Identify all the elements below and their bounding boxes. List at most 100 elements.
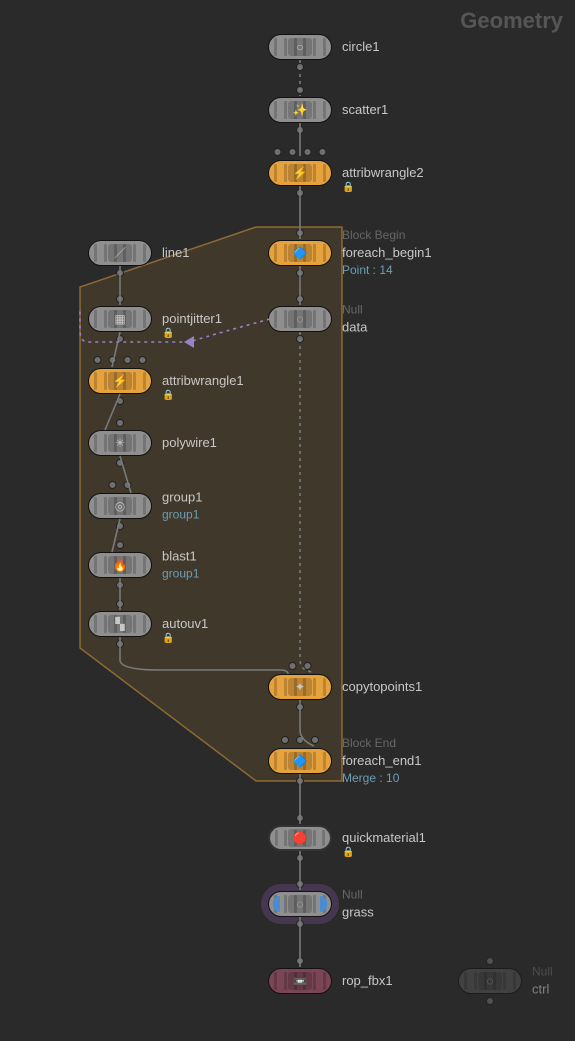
node-label: attribwrangle2 <box>342 164 424 182</box>
output-connector[interactable] <box>116 581 124 589</box>
circle-icon: ○ <box>288 38 312 56</box>
output-connector[interactable] <box>486 997 494 1005</box>
node-group-label: group1 <box>162 566 199 583</box>
node-foreach-begin1[interactable]: 🔷 Block Begin foreach_begin1 Point : 14 <box>268 240 332 266</box>
output-connector[interactable] <box>296 189 304 197</box>
node-label: group1 <box>162 489 202 507</box>
node-type-label: Block End <box>342 735 422 752</box>
output-connector[interactable] <box>116 269 124 277</box>
node-param-label: Point : 14 <box>342 262 432 279</box>
input-connector[interactable] <box>296 295 304 303</box>
node-label: rop_fbx1 <box>342 972 393 990</box>
input-connector[interactable] <box>116 600 124 608</box>
node-label: data <box>342 318 367 336</box>
output-connector[interactable] <box>296 777 304 785</box>
uv-icon: ▚ <box>108 615 132 633</box>
multi-input[interactable] <box>109 481 132 489</box>
network-context-label: Geometry <box>460 8 563 34</box>
node-grass[interactable]: ◌ Null grass <box>268 891 332 917</box>
node-autouv1[interactable]: ▚ autouv1 🔒 <box>88 611 152 637</box>
lock-icon: 🔒 <box>342 182 354 193</box>
lock-icon: 🔒 <box>162 390 174 401</box>
node-circle1[interactable]: ○ circle1 <box>268 34 332 60</box>
material-icon: 🔴 <box>288 829 312 847</box>
output-connector[interactable] <box>296 703 304 711</box>
feedback-arrow-icon <box>184 336 194 348</box>
node-line1[interactable]: ／ line1 <box>88 240 152 266</box>
output-connector[interactable] <box>296 269 304 277</box>
multi-input[interactable] <box>289 662 312 670</box>
output-connector[interactable] <box>116 335 124 343</box>
node-scatter1[interactable]: ✨ scatter1 <box>268 97 332 123</box>
input-connector[interactable] <box>116 541 124 549</box>
node-label: foreach_begin1 <box>342 244 432 262</box>
output-connector[interactable] <box>116 522 124 530</box>
template-flag[interactable] <box>273 896 280 912</box>
node-label: ctrl <box>532 980 553 998</box>
output-connector[interactable] <box>296 335 304 343</box>
node-quickmaterial1[interactable]: 🔴 quickmaterial1 🔒 <box>268 825 332 851</box>
output-connector[interactable] <box>116 459 124 467</box>
node-label: blast1 <box>162 548 199 566</box>
output-connector[interactable] <box>296 854 304 862</box>
input-connector[interactable] <box>296 814 304 822</box>
input-connector[interactable] <box>296 957 304 965</box>
lock-icon: 🔒 <box>162 328 174 339</box>
blockbegin-icon: 🔷 <box>288 244 312 262</box>
node-label: polywire1 <box>162 434 217 452</box>
node-rop-fbx1[interactable]: 📼 rop_fbx1 <box>268 968 332 994</box>
node-label: scatter1 <box>342 101 388 119</box>
node-attribwrangle1[interactable]: ⚡ attribwrangle1 🔒 <box>88 368 152 394</box>
input-connector[interactable] <box>296 86 304 94</box>
group-icon: ◎ <box>108 497 132 515</box>
rop-icon: 📼 <box>288 972 312 990</box>
node-foreach-end1[interactable]: 🔷 Block End foreach_end1 Merge : 10 <box>268 748 332 774</box>
node-attribwrangle2[interactable]: ⚡ attribwrangle2 🔒 <box>268 160 332 186</box>
wrangle-icon: ⚡ <box>288 164 312 182</box>
output-connector[interactable] <box>116 640 124 648</box>
node-label: pointjitter1 <box>162 310 222 328</box>
node-label: circle1 <box>342 38 380 56</box>
node-label: quickmaterial1 <box>342 829 426 847</box>
node-data[interactable]: ◌ Null data <box>268 306 332 332</box>
node-group-label: group1 <box>162 507 202 524</box>
node-label: foreach_end1 <box>342 752 422 770</box>
polywire-icon: ✳ <box>108 434 132 452</box>
jitter-icon: ▦ <box>108 310 132 328</box>
input-connector[interactable] <box>296 880 304 888</box>
node-copytopoints1[interactable]: ✦ copytopoints1 <box>268 674 332 700</box>
node-type-label: Null <box>532 964 553 981</box>
null-icon: ◌ <box>288 310 312 328</box>
node-group1[interactable]: ◎ group1 group1 <box>88 493 152 519</box>
scatter-icon: ✨ <box>288 101 312 119</box>
blockend-icon: 🔷 <box>288 752 312 770</box>
null-icon: ◌ <box>288 895 312 913</box>
node-ctrl[interactable]: ◌ Null ctrl <box>458 968 522 994</box>
multi-input[interactable] <box>274 148 327 156</box>
node-type-label: Null <box>342 887 374 904</box>
output-connector[interactable] <box>296 126 304 134</box>
output-connector[interactable] <box>296 920 304 928</box>
node-label: autouv1 <box>162 615 208 633</box>
node-type-label: Block Begin <box>342 227 432 244</box>
wrangle-icon: ⚡ <box>108 372 132 390</box>
node-label: grass <box>342 903 374 921</box>
node-label: copytopoints1 <box>342 678 422 696</box>
node-polywire1[interactable]: ✳ polywire1 <box>88 430 152 456</box>
multi-input[interactable] <box>94 356 147 364</box>
node-pointjitter1[interactable]: ▦ pointjitter1 🔒 <box>88 306 152 332</box>
node-type-label: Null <box>342 302 367 319</box>
input-connector[interactable] <box>116 419 124 427</box>
input-connector[interactable] <box>116 295 124 303</box>
node-label: line1 <box>162 244 189 262</box>
output-connector[interactable] <box>296 63 304 71</box>
multi-input[interactable] <box>281 736 319 744</box>
output-connector[interactable] <box>116 397 124 405</box>
lock-icon: 🔒 <box>162 633 174 644</box>
blast-icon: 🔥 <box>108 556 132 574</box>
line-icon: ／ <box>108 244 132 262</box>
input-connector[interactable] <box>486 957 494 965</box>
node-blast1[interactable]: 🔥 blast1 group1 <box>88 552 152 578</box>
node-param-label: Merge : 10 <box>342 770 422 787</box>
input-connector[interactable] <box>296 229 304 237</box>
